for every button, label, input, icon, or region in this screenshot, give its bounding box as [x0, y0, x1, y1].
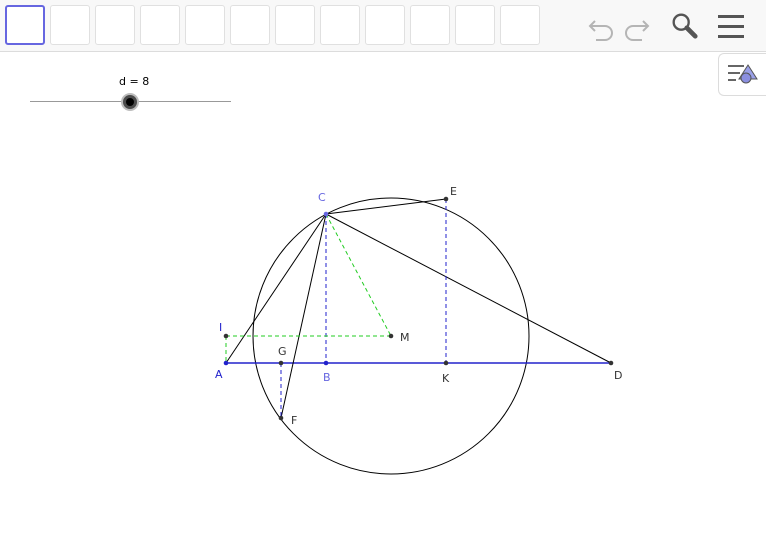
segment-cd[interactable]: [325, 213, 612, 364]
label-k: K: [442, 372, 450, 385]
graphics-view[interactable]: A B C D E F G I K M: [0, 53, 766, 550]
point-g[interactable]: [278, 360, 284, 366]
tool-button-5[interactable]: [185, 5, 225, 45]
point-b[interactable]: [323, 360, 329, 366]
toolbar: [0, 0, 766, 52]
tool-button-7[interactable]: [275, 5, 315, 45]
tool-button-11[interactable]: [455, 5, 495, 45]
menu-icon[interactable]: [716, 12, 746, 42]
tool-button-8[interactable]: [320, 5, 360, 45]
search-icon[interactable]: [668, 10, 700, 40]
label-b: B: [323, 371, 331, 384]
point-m[interactable]: [388, 333, 394, 339]
tool-button-12[interactable]: [500, 5, 540, 45]
tool-button-6[interactable]: [230, 5, 270, 45]
dashed-cm[interactable]: [325, 213, 392, 337]
point-i[interactable]: [223, 333, 229, 339]
point-e[interactable]: [443, 196, 449, 202]
tool-button-1[interactable]: [5, 5, 45, 45]
label-c: C: [318, 191, 326, 204]
point-k[interactable]: [443, 360, 449, 366]
point-f[interactable]: [278, 415, 284, 421]
label-e: E: [450, 185, 457, 198]
label-a: A: [215, 368, 223, 381]
redo-icon[interactable]: [622, 12, 652, 42]
undo-icon[interactable]: [586, 12, 616, 42]
point-c[interactable]: [323, 211, 329, 217]
label-g: G: [278, 345, 287, 358]
tool-button-2[interactable]: [50, 5, 90, 45]
point-d[interactable]: [608, 360, 614, 366]
label-m: M: [400, 331, 410, 344]
tool-button-3[interactable]: [95, 5, 135, 45]
label-f: F: [291, 414, 297, 427]
segment-ca[interactable]: [225, 213, 327, 364]
label-d: D: [614, 369, 622, 382]
tool-button-10[interactable]: [410, 5, 450, 45]
label-i: I: [219, 321, 222, 334]
tool-button-4[interactable]: [140, 5, 180, 45]
point-a[interactable]: [223, 360, 229, 366]
tool-button-9[interactable]: [365, 5, 405, 45]
